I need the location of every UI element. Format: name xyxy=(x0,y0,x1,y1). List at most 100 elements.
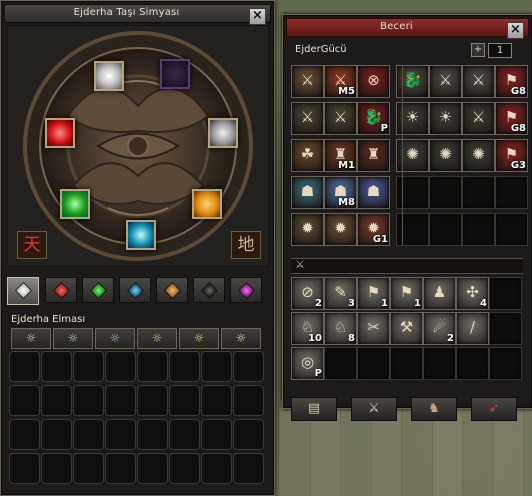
support-skill-slot[interactable] xyxy=(423,347,456,380)
inventory-slot[interactable] xyxy=(41,351,72,382)
inventory-slot[interactable] xyxy=(233,419,264,450)
inventory-slot[interactable] xyxy=(9,453,40,484)
skill-slot[interactable]: ☗ M8 xyxy=(324,176,357,209)
inventory-slot[interactable] xyxy=(105,385,136,416)
skill-slot[interactable]: ⚔ xyxy=(324,102,357,135)
support-skill-slot[interactable]: ✎ 3 xyxy=(324,277,357,310)
skill-slot[interactable]: ⚔ xyxy=(291,102,324,135)
ruby-gem-slot[interactable] xyxy=(45,118,75,148)
inventory-slot[interactable] xyxy=(9,385,40,416)
inventory-slot[interactable] xyxy=(73,385,104,416)
titlebar[interactable]: Ejderha Taşı Simyası × xyxy=(4,4,271,25)
support-skill-slot[interactable]: ⚑ 1 xyxy=(357,277,390,310)
heaven-character-button[interactable]: 天 xyxy=(17,231,47,259)
inventory-slot[interactable] xyxy=(169,453,200,484)
inventory-slot[interactable] xyxy=(137,419,168,450)
skill-slot[interactable] xyxy=(396,213,429,246)
support-skill-slot[interactable]: ⚑ 1 xyxy=(390,277,423,310)
skill-slot[interactable]: ☀ xyxy=(396,102,429,135)
support-skill-slot[interactable] xyxy=(456,347,489,380)
grade-filter-5[interactable]: ☼ xyxy=(179,328,219,349)
inventory-slot[interactable] xyxy=(169,419,200,450)
inventory-slot[interactable] xyxy=(105,453,136,484)
skill-slot[interactable]: 🐉 xyxy=(396,65,429,98)
skill-slot[interactable]: ☘ xyxy=(291,139,324,172)
skill-slot[interactable]: ✹ G1 xyxy=(357,213,390,246)
tab-garnet[interactable] xyxy=(156,277,188,303)
skill-slot[interactable] xyxy=(462,213,495,246)
support-skill-slot[interactable]: / xyxy=(456,312,489,345)
skill-slot[interactable] xyxy=(429,213,462,246)
inventory-slot[interactable] xyxy=(169,351,200,382)
grade-filter-2[interactable]: ☼ xyxy=(53,328,93,349)
skill-slot[interactable]: ✹ xyxy=(324,213,357,246)
inventory-slot[interactable] xyxy=(9,419,40,450)
support-skill-slot[interactable]: ⚒ xyxy=(390,312,423,345)
inventory-slot[interactable] xyxy=(169,385,200,416)
inventory-slot[interactable] xyxy=(41,419,72,450)
skill-slot[interactable]: ⚑ G3 xyxy=(495,139,528,172)
skill-slot[interactable]: ☗ xyxy=(291,176,324,209)
sapphire-gem-slot[interactable] xyxy=(126,220,156,250)
inventory-slot[interactable] xyxy=(201,351,232,382)
tab-horse[interactable]: ♞ xyxy=(411,397,457,421)
support-skill-slot[interactable] xyxy=(390,347,423,380)
white-gem-slot[interactable] xyxy=(208,118,238,148)
inventory-slot[interactable] xyxy=(233,453,264,484)
skill-slot[interactable]: ♜ xyxy=(357,139,390,172)
skill-slot[interactable]: ✺ xyxy=(396,139,429,172)
earth-character-button[interactable]: 地 xyxy=(231,231,261,259)
support-skill-slot[interactable] xyxy=(324,347,357,380)
skill-points-plus-button[interactable]: + xyxy=(471,43,485,57)
skill-slot[interactable]: ✺ xyxy=(462,139,495,172)
grade-filter-4[interactable]: ☼ xyxy=(137,328,177,349)
skill-slot[interactable]: ✹ xyxy=(291,213,324,246)
support-skill-slot[interactable]: ♘ 8 xyxy=(324,312,357,345)
tab-ruby[interactable] xyxy=(45,277,77,303)
skill-slot[interactable]: ⚑ G8 xyxy=(495,65,528,98)
inventory-slot[interactable] xyxy=(137,385,168,416)
support-skill-slot[interactable]: ◎ P xyxy=(291,347,324,380)
skill-slot[interactable]: ⊗ xyxy=(357,65,390,98)
support-skill-slot[interactable] xyxy=(489,347,522,380)
garnet-gem-slot[interactable] xyxy=(192,189,222,219)
skill-slot[interactable] xyxy=(429,176,462,209)
inventory-slot[interactable] xyxy=(201,453,232,484)
support-skill-slot[interactable]: ♟ xyxy=(423,277,456,310)
titlebar[interactable]: Beceri × xyxy=(286,18,529,39)
support-skill-slot[interactable] xyxy=(489,312,522,345)
inventory-slot[interactable] xyxy=(105,419,136,450)
skill-slot[interactable]: ⚔ xyxy=(462,65,495,98)
tab-diamond[interactable] xyxy=(7,277,39,305)
skill-slot[interactable]: ✺ xyxy=(429,139,462,172)
inventory-slot[interactable] xyxy=(105,351,136,382)
grade-filter-1[interactable]: ☼ xyxy=(11,328,51,349)
inventory-slot[interactable] xyxy=(9,351,40,382)
skill-slot[interactable]: ⚔ xyxy=(462,102,495,135)
tab-jade[interactable] xyxy=(82,277,114,303)
skill-slot[interactable]: ⚔ xyxy=(429,65,462,98)
skill-slot[interactable]: ☀ xyxy=(429,102,462,135)
inventory-slot[interactable] xyxy=(73,453,104,484)
inventory-slot[interactable] xyxy=(201,385,232,416)
close-button[interactable]: × xyxy=(507,22,524,39)
inventory-slot[interactable] xyxy=(201,419,232,450)
skill-slot[interactable] xyxy=(495,176,528,209)
inventory-slot[interactable] xyxy=(233,351,264,382)
skill-slot[interactable]: ⚔ xyxy=(291,65,324,98)
inventory-slot[interactable] xyxy=(73,419,104,450)
support-skill-slot[interactable]: ⊘ 2 xyxy=(291,277,324,310)
onyx-gem-slot[interactable] xyxy=(160,59,190,89)
support-skill-slot[interactable] xyxy=(489,277,522,310)
inventory-slot[interactable] xyxy=(73,351,104,382)
inventory-slot[interactable] xyxy=(41,453,72,484)
skill-slot[interactable]: ⚑ G8 xyxy=(495,102,528,135)
tab-quiver[interactable]: ➶ xyxy=(471,397,517,421)
grade-filter-6[interactable]: ☼ xyxy=(221,328,261,349)
support-skill-slot[interactable]: ✣ 4 xyxy=(456,277,489,310)
skill-slot[interactable] xyxy=(462,176,495,209)
skill-slot[interactable]: ♜ M1 xyxy=(324,139,357,172)
support-skill-slot[interactable]: ☄ 2 xyxy=(423,312,456,345)
diamond-gem-slot[interactable] xyxy=(94,61,124,91)
skill-slot[interactable]: ⚔ M5 xyxy=(324,65,357,98)
